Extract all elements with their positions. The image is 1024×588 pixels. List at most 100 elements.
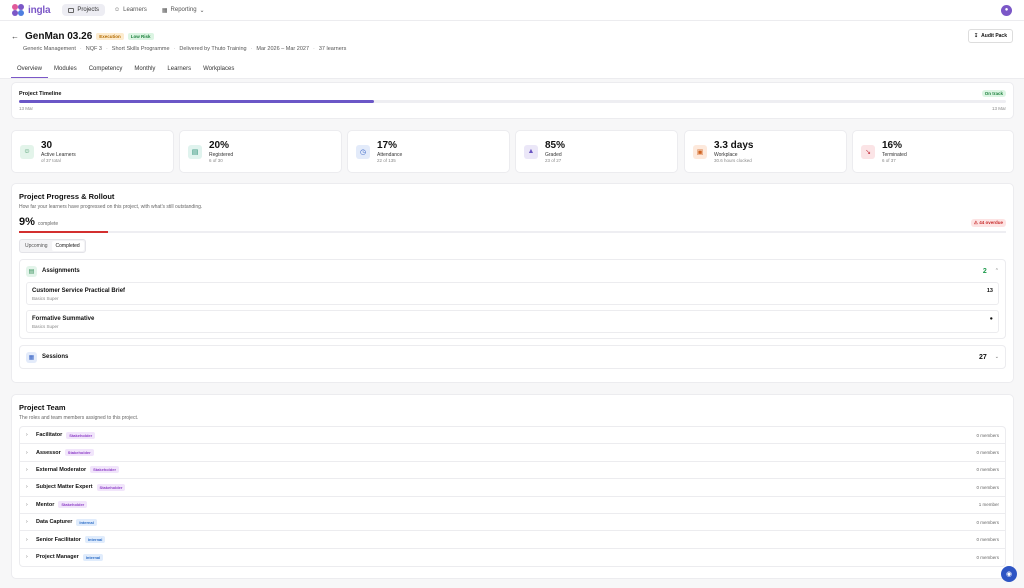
nav-learners-label: Learners (123, 7, 147, 13)
stat-value: 17% (377, 140, 398, 151)
chevron-right-icon: › (26, 432, 28, 439)
logo-text: ingla (28, 4, 51, 16)
timeline-title: Project Timeline (19, 90, 62, 97)
stat-card-graded[interactable]: ▲ 85% Graded 23 of 27 (515, 130, 678, 173)
chevron-right-icon: › (26, 519, 28, 526)
folder-icon (68, 7, 75, 13)
segment-upcoming[interactable]: Upcoming (21, 241, 52, 251)
sessions-group-header[interactable]: ▦ Sessions 27 ⌄ (20, 346, 1005, 368)
role-member-count: 0 members (976, 450, 999, 456)
project-timeline-card: Project Timeline On track 13 Mar 13 Mar (11, 82, 1014, 119)
stat-sub: 22 of 135 (377, 158, 396, 163)
team-role-row[interactable]: › Project Manager Internal 0 members (20, 549, 1005, 566)
stat-value: 16% (882, 140, 903, 151)
tab-modules[interactable]: Modules (48, 62, 83, 78)
briefcase-icon: ▣ (693, 144, 707, 159)
role-name: Facilitator (36, 432, 63, 439)
role-member-count: 0 members (976, 554, 999, 560)
nav-reporting[interactable]: ▦ Reporting ⌄ (156, 4, 211, 17)
back-arrow-icon[interactable]: ← (11, 32, 21, 41)
chevron-right-icon: › (26, 536, 28, 543)
team-role-row[interactable]: › Assessor Stakeholder 0 members (20, 444, 1005, 462)
warning-icon: ⚠ (973, 220, 978, 225)
tab-competency[interactable]: Competency (83, 62, 129, 78)
role-name: Assessor (36, 449, 61, 456)
team-role-row[interactable]: › External Moderator Stakeholder 0 members (20, 462, 1005, 480)
stat-card-terminated[interactable]: ↘ 16% Terminated 6 of 37 (852, 130, 1014, 173)
team-role-row[interactable]: › Facilitator Stakeholder 0 members (20, 427, 1005, 445)
audit-pack-button[interactable]: ↧ Audit Pack (967, 29, 1013, 43)
user-avatar[interactable]: ● (1001, 4, 1012, 16)
team-role-list: › Facilitator Stakeholder 0 members › Assesso… (19, 426, 1006, 568)
project-progress-card: Project Progress & Rollout How far your … (11, 183, 1014, 383)
role-member-count: 0 members (976, 432, 999, 438)
chart-icon: ▦ (161, 7, 168, 14)
tab-workplaces[interactable]: Workplaces (197, 62, 240, 78)
chevron-right-icon: › (26, 554, 28, 561)
segment-completed[interactable]: Completed (51, 241, 84, 251)
progress-description: How far your learners have progressed on… (19, 204, 203, 210)
list-item[interactable]: Formative Summative Basics Super ● (26, 310, 999, 333)
rollout-segmented-control: Upcoming Completed (19, 239, 86, 253)
role-member-count: 1 member (978, 502, 999, 508)
stat-value: 85% (545, 140, 566, 151)
group-title: Assignments (42, 268, 80, 274)
role-name: Subject Matter Expert (36, 484, 93, 491)
clipboard-icon: ▤ (26, 265, 37, 277)
clipboard-icon: ▤ (188, 144, 202, 159)
download-icon: ↧ (973, 33, 979, 39)
users-icon: ☺ (20, 144, 34, 159)
trend-down-icon: ↘ (861, 144, 875, 159)
role-name: Senior Facilitator (36, 536, 81, 543)
item-subtitle: Basics Super (32, 324, 59, 329)
progress-percent: 9% (19, 216, 35, 228)
chevron-down-icon: ⌄ (199, 7, 205, 14)
meta-provider: Delivered by Thuto Training (179, 46, 247, 52)
progress-percent-label: complete (37, 221, 59, 227)
progress-bar-fill (19, 231, 108, 233)
logo-mark-icon (12, 3, 25, 17)
role-tag: Stakeholder (58, 501, 88, 509)
role-tag: Stakeholder (96, 483, 126, 491)
nav-learners[interactable]: ☺ Learners (108, 4, 153, 16)
chat-support-button[interactable]: ◉ (1001, 566, 1017, 582)
list-item[interactable]: Customer Service Practical Brief Basics … (26, 282, 999, 305)
assignments-group-header[interactable]: ▤ Assignments 2 ⌃ (20, 260, 1005, 282)
meta-dates: Mar 2026 – Mar 2027 (256, 46, 310, 52)
team-role-row[interactable]: › Senior Facilitator Internal 0 members (20, 531, 1005, 549)
role-tag: Internal (84, 536, 106, 544)
stat-card-attendance[interactable]: ◷ 17% Attendance 22 of 135 (347, 130, 510, 173)
stat-value: 20% (209, 140, 230, 151)
role-name: Mentor (36, 501, 55, 508)
calendar-icon: ▦ (26, 351, 37, 363)
tab-monthly[interactable]: Monthly (128, 62, 161, 78)
stat-sub: 6 of 30 (209, 158, 223, 163)
chevron-right-icon: › (26, 484, 28, 491)
team-role-row[interactable]: › Mentor Stakeholder 1 member (20, 497, 1005, 514)
project-tabs: Overview Modules Competency Monthly Lear… (11, 62, 1013, 78)
stat-card-workplace[interactable]: ▣ 3.3 days Workplace 30.6 hours clocked (684, 130, 847, 173)
stat-card-registered[interactable]: ▤ 20% Registered 6 of 30 (179, 130, 342, 173)
stat-sub: 23 of 27 (545, 158, 562, 163)
team-role-row[interactable]: › Data Capturer Internal 0 members (20, 514, 1005, 532)
stat-card-active-learners[interactable]: ☺ 30 Active Learners of 37 total (11, 130, 174, 173)
team-role-row[interactable]: › Subject Matter Expert Stakeholder 0 membe… (20, 479, 1005, 497)
tab-overview[interactable]: Overview (11, 62, 49, 78)
timeline-bar-fill (19, 100, 375, 103)
stat-sub: 30.6 hours clocked (714, 158, 752, 163)
chat-icon: ◉ (1005, 571, 1013, 578)
nav-projects[interactable]: Projects (62, 4, 106, 16)
nav-projects-label: Projects (77, 7, 100, 13)
item-count: 13 (986, 288, 993, 294)
tab-learners[interactable]: Learners (161, 62, 197, 78)
role-tag: Stakeholder (90, 466, 120, 474)
timeline-end-date: 13 Mar (991, 106, 1006, 111)
chevron-right-icon: › (26, 466, 28, 473)
meta-type: Short Skills Programme (111, 46, 170, 52)
progress-bar (19, 231, 1006, 233)
app-logo[interactable]: ingla (12, 3, 51, 17)
role-member-count: 0 members (976, 484, 999, 490)
project-header: ← GenMan 03.26 Execution Low Risk ↧ Audi… (0, 21, 1024, 79)
clock-icon: ◷ (356, 144, 370, 159)
role-name: Data Capturer (36, 519, 73, 526)
